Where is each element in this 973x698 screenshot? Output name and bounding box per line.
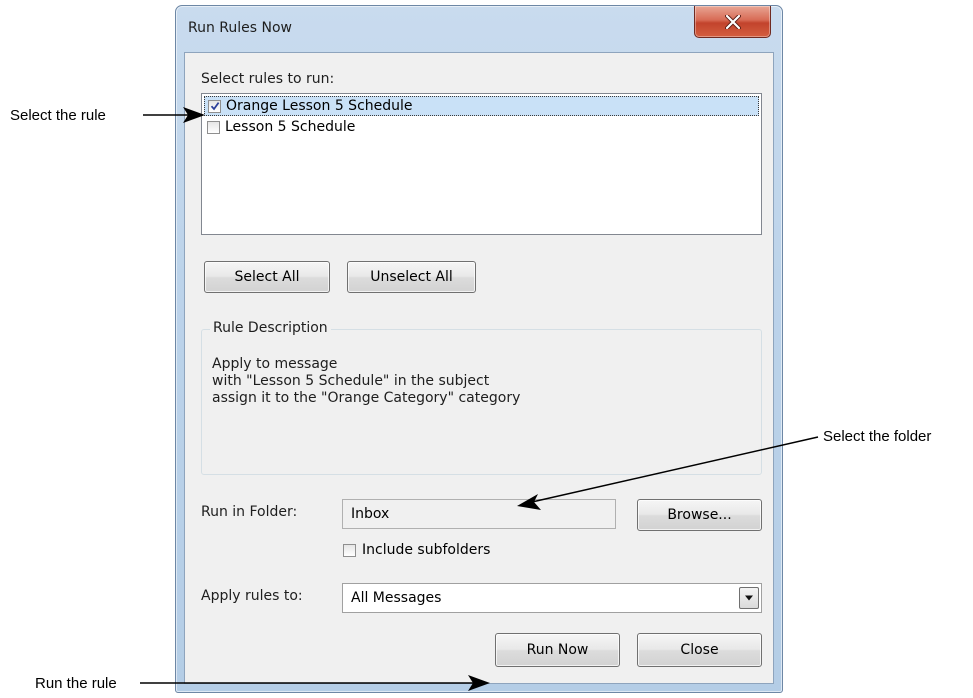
rule-description-line: with "Lesson 5 Schedule" in the subject [212, 373, 490, 389]
rule-description-group: Rule Description Apply to message with "… [201, 320, 762, 475]
rule-description-line: assign it to the "Orange Category" categ… [212, 390, 521, 406]
rule-description-legend: Rule Description [210, 320, 331, 336]
callout-select-folder: Select the folder [823, 428, 932, 445]
rule-checkbox-checked[interactable] [208, 99, 221, 113]
close-icon [724, 14, 741, 29]
callout-select-rule: Select the rule [10, 107, 106, 124]
unselect-all-button[interactable]: Unselect All [347, 261, 476, 293]
checkmark-icon [210, 102, 219, 111]
rule-description-line: Apply to message [212, 356, 338, 372]
apply-rules-to-label: Apply rules to: [201, 588, 303, 604]
run-rules-dialog: Run Rules Now Select rules to run: Orang… [175, 5, 783, 693]
browse-button[interactable]: Browse... [637, 499, 762, 531]
rule-checkbox-unchecked[interactable] [207, 120, 220, 134]
run-in-folder-label: Run in Folder: [201, 504, 298, 520]
run-now-button[interactable]: Run Now [495, 633, 620, 667]
dropdown-arrow-button[interactable] [739, 587, 759, 609]
close-button[interactable]: Close [637, 633, 762, 667]
rule-item-label: Orange Lesson 5 Schedule [226, 98, 413, 114]
rule-item-label: Lesson 5 Schedule [225, 119, 356, 135]
chevron-down-icon [745, 595, 753, 601]
window-title: Run Rules Now [188, 20, 293, 36]
rules-list-label: Select rules to run: [201, 71, 335, 87]
include-subfolders-checkbox[interactable] [343, 543, 356, 557]
include-subfolders-label: Include subfolders [362, 542, 491, 558]
run-in-folder-field: Inbox [342, 499, 616, 529]
window-close-button[interactable] [694, 6, 771, 38]
select-all-button[interactable]: Select All [204, 261, 330, 293]
include-subfolders-option[interactable]: Include subfolders [343, 542, 490, 558]
dialog-body: Select rules to run: Orange Lesson 5 Sch… [184, 52, 774, 684]
rule-item-orange-lesson-5-schedule[interactable]: Orange Lesson 5 Schedule [204, 96, 759, 116]
rule-item-lesson-5-schedule[interactable]: Lesson 5 Schedule [204, 117, 759, 137]
apply-rules-to-select[interactable]: All Messages [342, 583, 762, 613]
apply-rules-to-value: All Messages [351, 590, 442, 606]
rules-list[interactable]: Orange Lesson 5 Schedule Lesson 5 Schedu… [201, 93, 762, 235]
callout-run-rule: Run the rule [35, 675, 117, 692]
